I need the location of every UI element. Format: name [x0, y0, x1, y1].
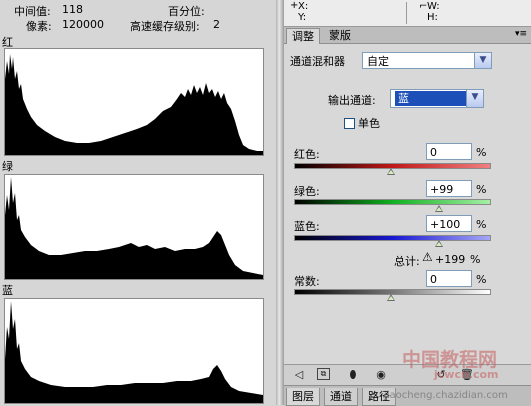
pixels-label: 像素:	[26, 20, 52, 33]
tab-layers[interactable]: 图层	[286, 388, 320, 406]
green-percent-label: %	[476, 183, 487, 196]
histogram-panel: 中间值: 118 百分位: 像素: 120000 高速缓存级别: 2 红 绿 蓝	[0, 0, 276, 405]
watermark-url: jcwcn.com	[434, 368, 499, 381]
monochrome-label: 单色	[358, 117, 380, 130]
blue-channel-label: 蓝	[2, 284, 13, 297]
x-label: X:	[298, 1, 309, 12]
visibility-eye-icon[interactable]: ◉	[374, 368, 388, 381]
h-label: H:	[427, 12, 438, 23]
constant-percent-label: %	[476, 273, 487, 286]
preset-value: 自定	[367, 55, 389, 68]
total-label: 总计:	[394, 255, 420, 268]
output-channel-select[interactable]: 蓝 ▼	[390, 89, 484, 108]
chevron-down-icon: ▼	[474, 53, 491, 68]
pixels-value: 120000	[62, 18, 104, 31]
red-source-label: 红色:	[294, 148, 320, 161]
red-source-field[interactable]: 0	[426, 143, 472, 160]
red-percent-label: %	[476, 146, 487, 159]
back-arrow-icon[interactable]: ◁	[292, 368, 306, 381]
percentile-label: 百分位:	[168, 5, 205, 18]
red-histogram-shape	[5, 54, 263, 155]
monochrome-checkbox[interactable]	[344, 118, 355, 129]
output-channel-label: 输出通道:	[328, 94, 376, 107]
panel-menu-icon[interactable]: ▾≡	[515, 29, 527, 39]
red-slider-thumb[interactable]	[387, 168, 395, 175]
blue-slider-track[interactable]	[294, 235, 491, 241]
preset-select[interactable]: 自定 ▼	[362, 52, 492, 69]
constant-label: 常数:	[294, 275, 320, 288]
green-slider-track[interactable]	[294, 199, 491, 205]
expand-view-icon[interactable]: ⬮	[346, 368, 360, 381]
red-histogram	[4, 48, 264, 156]
green-source-label: 绿色:	[294, 185, 320, 198]
chevron-down-icon: ▼	[466, 90, 483, 107]
output-channel-value: 蓝	[395, 91, 469, 106]
cache-level-value: 2	[213, 18, 220, 31]
mean-label: 中间值:	[14, 5, 51, 18]
info-separator	[406, 2, 407, 24]
warning-icon: ⚠	[422, 250, 433, 264]
green-histogram	[4, 174, 264, 280]
blue-source-label: 蓝色:	[294, 220, 320, 233]
tab-adjustments[interactable]: 调整	[286, 28, 320, 44]
green-channel-label: 绿	[2, 160, 13, 173]
w-label: W:	[427, 1, 440, 12]
info-bar: + X: Y: ⌐ W: H:	[284, 0, 531, 27]
total-percent-label: %	[470, 253, 481, 266]
adjustments-panel: + X: Y: ⌐ W: H: 调整 蒙版 ▾≡ 通道混和器 自定 ▼ 输出通道…	[284, 0, 531, 406]
total-value: +199	[435, 253, 466, 266]
histogram-stats: 中间值: 118 百分位: 像素: 120000 高速缓存级别: 2	[0, 0, 276, 36]
mean-value: 118	[62, 3, 83, 16]
blue-slider-thumb[interactable]	[435, 240, 443, 247]
blue-histogram	[4, 298, 264, 404]
constant-field[interactable]: 0	[426, 270, 472, 287]
green-histogram-shape	[5, 177, 263, 279]
clip-to-layer-icon[interactable]: ⧉	[317, 368, 330, 380]
preset-label: 通道混和器	[290, 55, 345, 68]
cache-level-label: 高速缓存级别:	[130, 20, 200, 33]
tab-masks[interactable]: 蒙版	[324, 28, 356, 43]
panel-divider[interactable]	[276, 0, 284, 405]
blue-histogram-shape	[5, 301, 263, 403]
blue-percent-label: %	[476, 218, 487, 231]
constant-slider-thumb[interactable]	[387, 294, 395, 301]
adjustments-tab-bar: 调整 蒙版 ▾≡	[284, 27, 531, 44]
blue-source-field[interactable]: +100	[426, 215, 472, 232]
watermark-url-2: jiaocheng.chazidian.com	[384, 390, 508, 401]
y-label: Y:	[298, 12, 307, 23]
tab-channels[interactable]: 通道	[324, 388, 358, 406]
green-slider-thumb[interactable]	[435, 205, 443, 212]
green-source-field[interactable]: +99	[426, 180, 472, 197]
